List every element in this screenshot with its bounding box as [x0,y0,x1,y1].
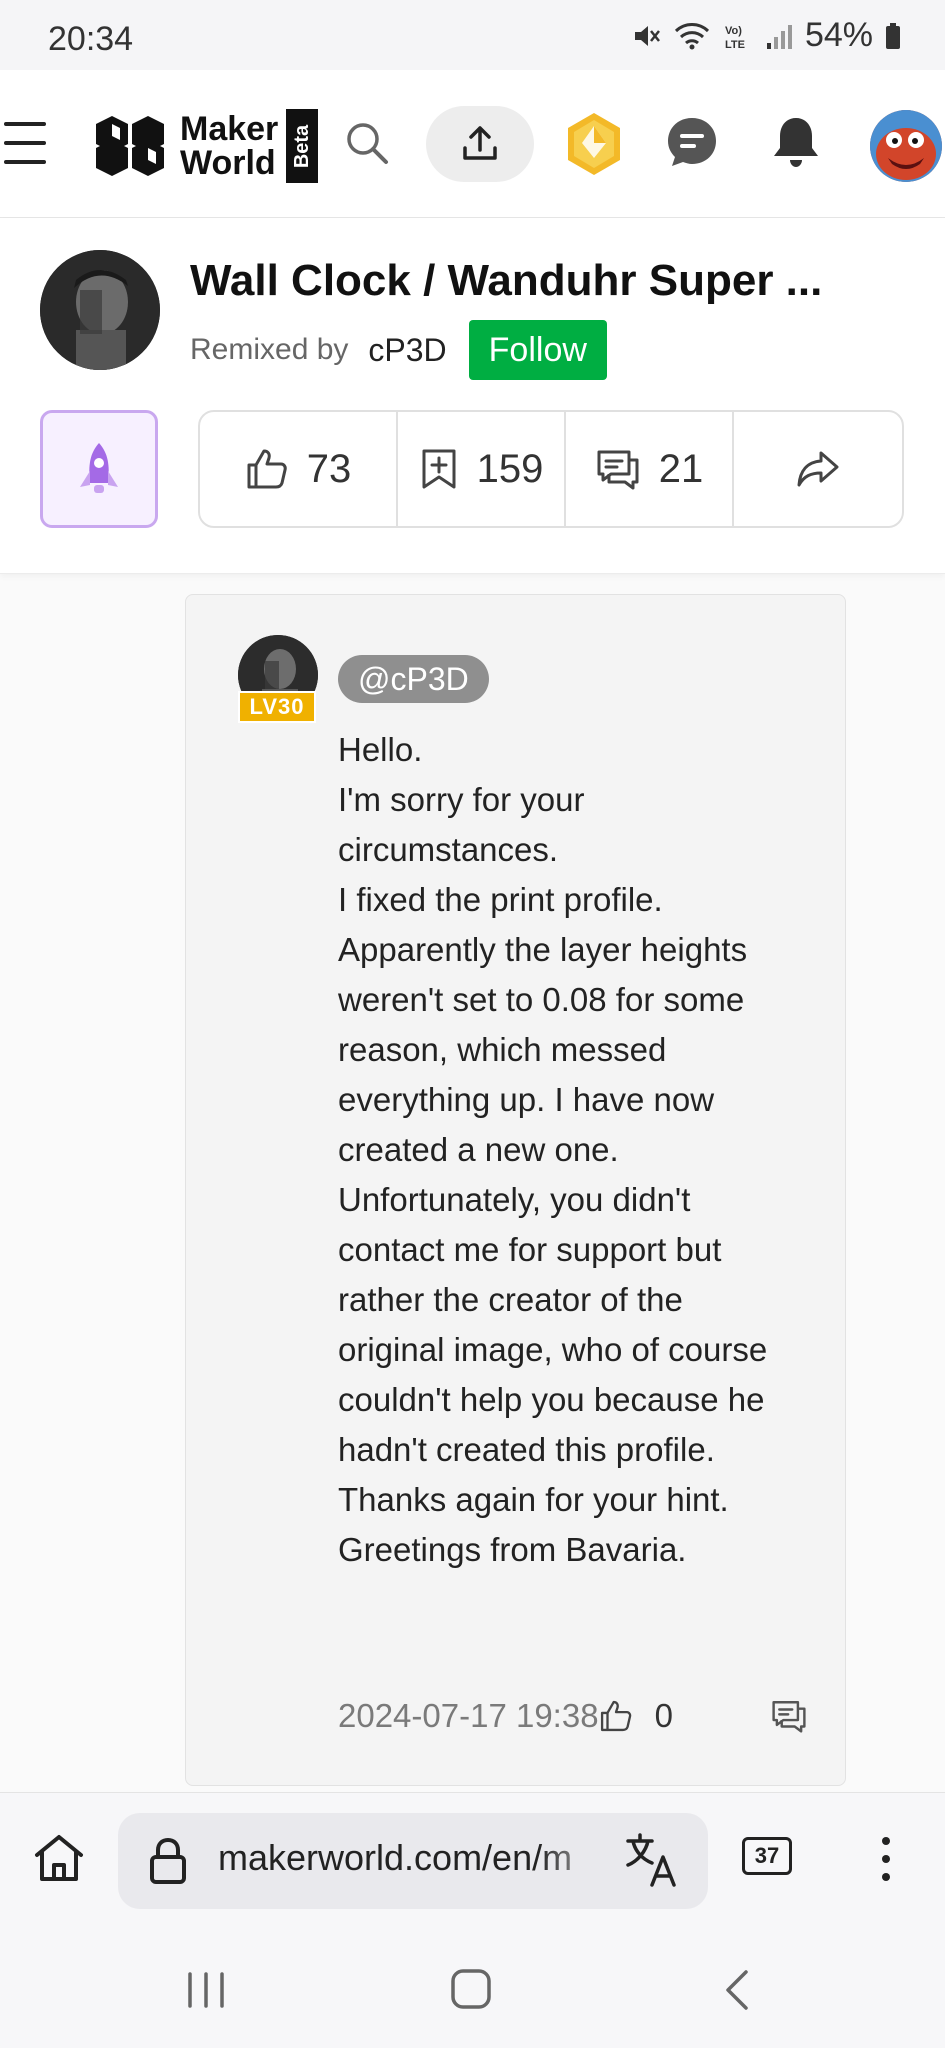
comment-reply-card: LV30 @cP3D Hello. I'm sorry for your cir… [185,594,846,1786]
more-options-icon[interactable] [874,1835,898,1883]
comment-line: I'm sorry for your circumstances. [338,781,585,868]
coin-icon[interactable] [560,110,628,178]
logo-text: Maker World [180,110,279,182]
comment-text: Hello. I'm sorry for your circumstances.… [338,725,798,1575]
comment-footer: 2024-07-17 19:38 0 [338,1691,828,1741]
remixed-by-label: Remixed by [190,333,349,366]
bookmark-add-icon [422,449,456,489]
comments-icon [597,450,639,490]
address-bar[interactable]: makerworld.com/en/m [118,1813,708,1909]
level-badge: LV30 [238,691,316,723]
message-icon[interactable] [664,114,720,170]
makerworld-logo[interactable]: Maker World Beta [92,108,319,184]
back-icon[interactable] [722,1968,750,2012]
lock-icon [150,1837,186,1884]
signal-icon [766,24,792,49]
model-header: Wall Clock / Wanduhr Super ... Remixed b… [0,218,945,574]
status-time: 20:34 [48,20,134,58]
upload-icon [463,126,497,160]
menu-icon[interactable] [4,122,46,166]
like-count: 73 [306,446,352,491]
home-button-icon[interactable] [450,1968,492,2010]
status-icons: Vo) LTE 54% [631,16,901,55]
recent-apps-icon[interactable] [186,1970,226,2010]
status-bar: 20:34 Vo) LTE 54% [0,0,945,70]
collect-button[interactable]: 159 [398,412,566,526]
user-avatar[interactable] [870,110,942,182]
browser-toolbar: makerworld.com/en/m 37 [0,1792,945,1920]
share-icon [797,451,839,487]
follow-button[interactable]: Follow [468,320,607,380]
share-button[interactable] [734,412,902,526]
comment-count: 21 [658,446,704,491]
home-icon[interactable] [32,1833,86,1883]
volte-icon: Vo) LTE [725,25,745,51]
comment-like-count: 0 [654,1697,673,1734]
bell-icon[interactable] [770,114,822,170]
mention-tag[interactable]: @cP3D [338,655,489,703]
author-avatar[interactable] [40,250,160,370]
author-name[interactable]: cP3D [368,332,446,369]
beta-badge: Beta [286,109,319,183]
battery-icon [886,22,900,49]
comment-line: Hello. [338,731,423,768]
comment-line: I fixed the print profile. Apparently th… [338,881,768,1568]
like-button[interactable]: 73 [200,412,398,526]
comment-date: 2024-07-17 19:38 [338,1697,599,1734]
wifi-icon [674,22,709,49]
rocket-icon [80,443,118,493]
remix-info: Remixed by cP3D Follow [190,320,607,380]
reply-icon[interactable] [770,1699,808,1733]
top-navigation: Maker World Beta [0,70,945,218]
thumbs-up-icon [600,1700,631,1732]
system-navigation [0,1920,945,2048]
battery-level: 54% [804,16,873,54]
collect-count: 159 [476,446,544,491]
translate-icon[interactable] [624,1833,680,1887]
stats-bar: 73 159 21 [198,410,904,528]
logo-cubes-icon [96,116,164,176]
svg-text:LTE: LTE [725,39,745,51]
tabs-button[interactable]: 37 [742,1837,792,1875]
comment-button[interactable]: 21 [566,412,734,526]
mute-icon [634,25,660,46]
boost-button[interactable] [40,410,158,528]
upload-button[interactable] [426,106,534,182]
model-title: Wall Clock / Wanduhr Super ... [190,256,823,305]
comment-like-button[interactable]: 0 [599,1697,673,1735]
search-icon[interactable] [344,120,390,166]
svg-text:Vo): Vo) [725,25,742,37]
thumbs-up-icon [247,449,287,489]
